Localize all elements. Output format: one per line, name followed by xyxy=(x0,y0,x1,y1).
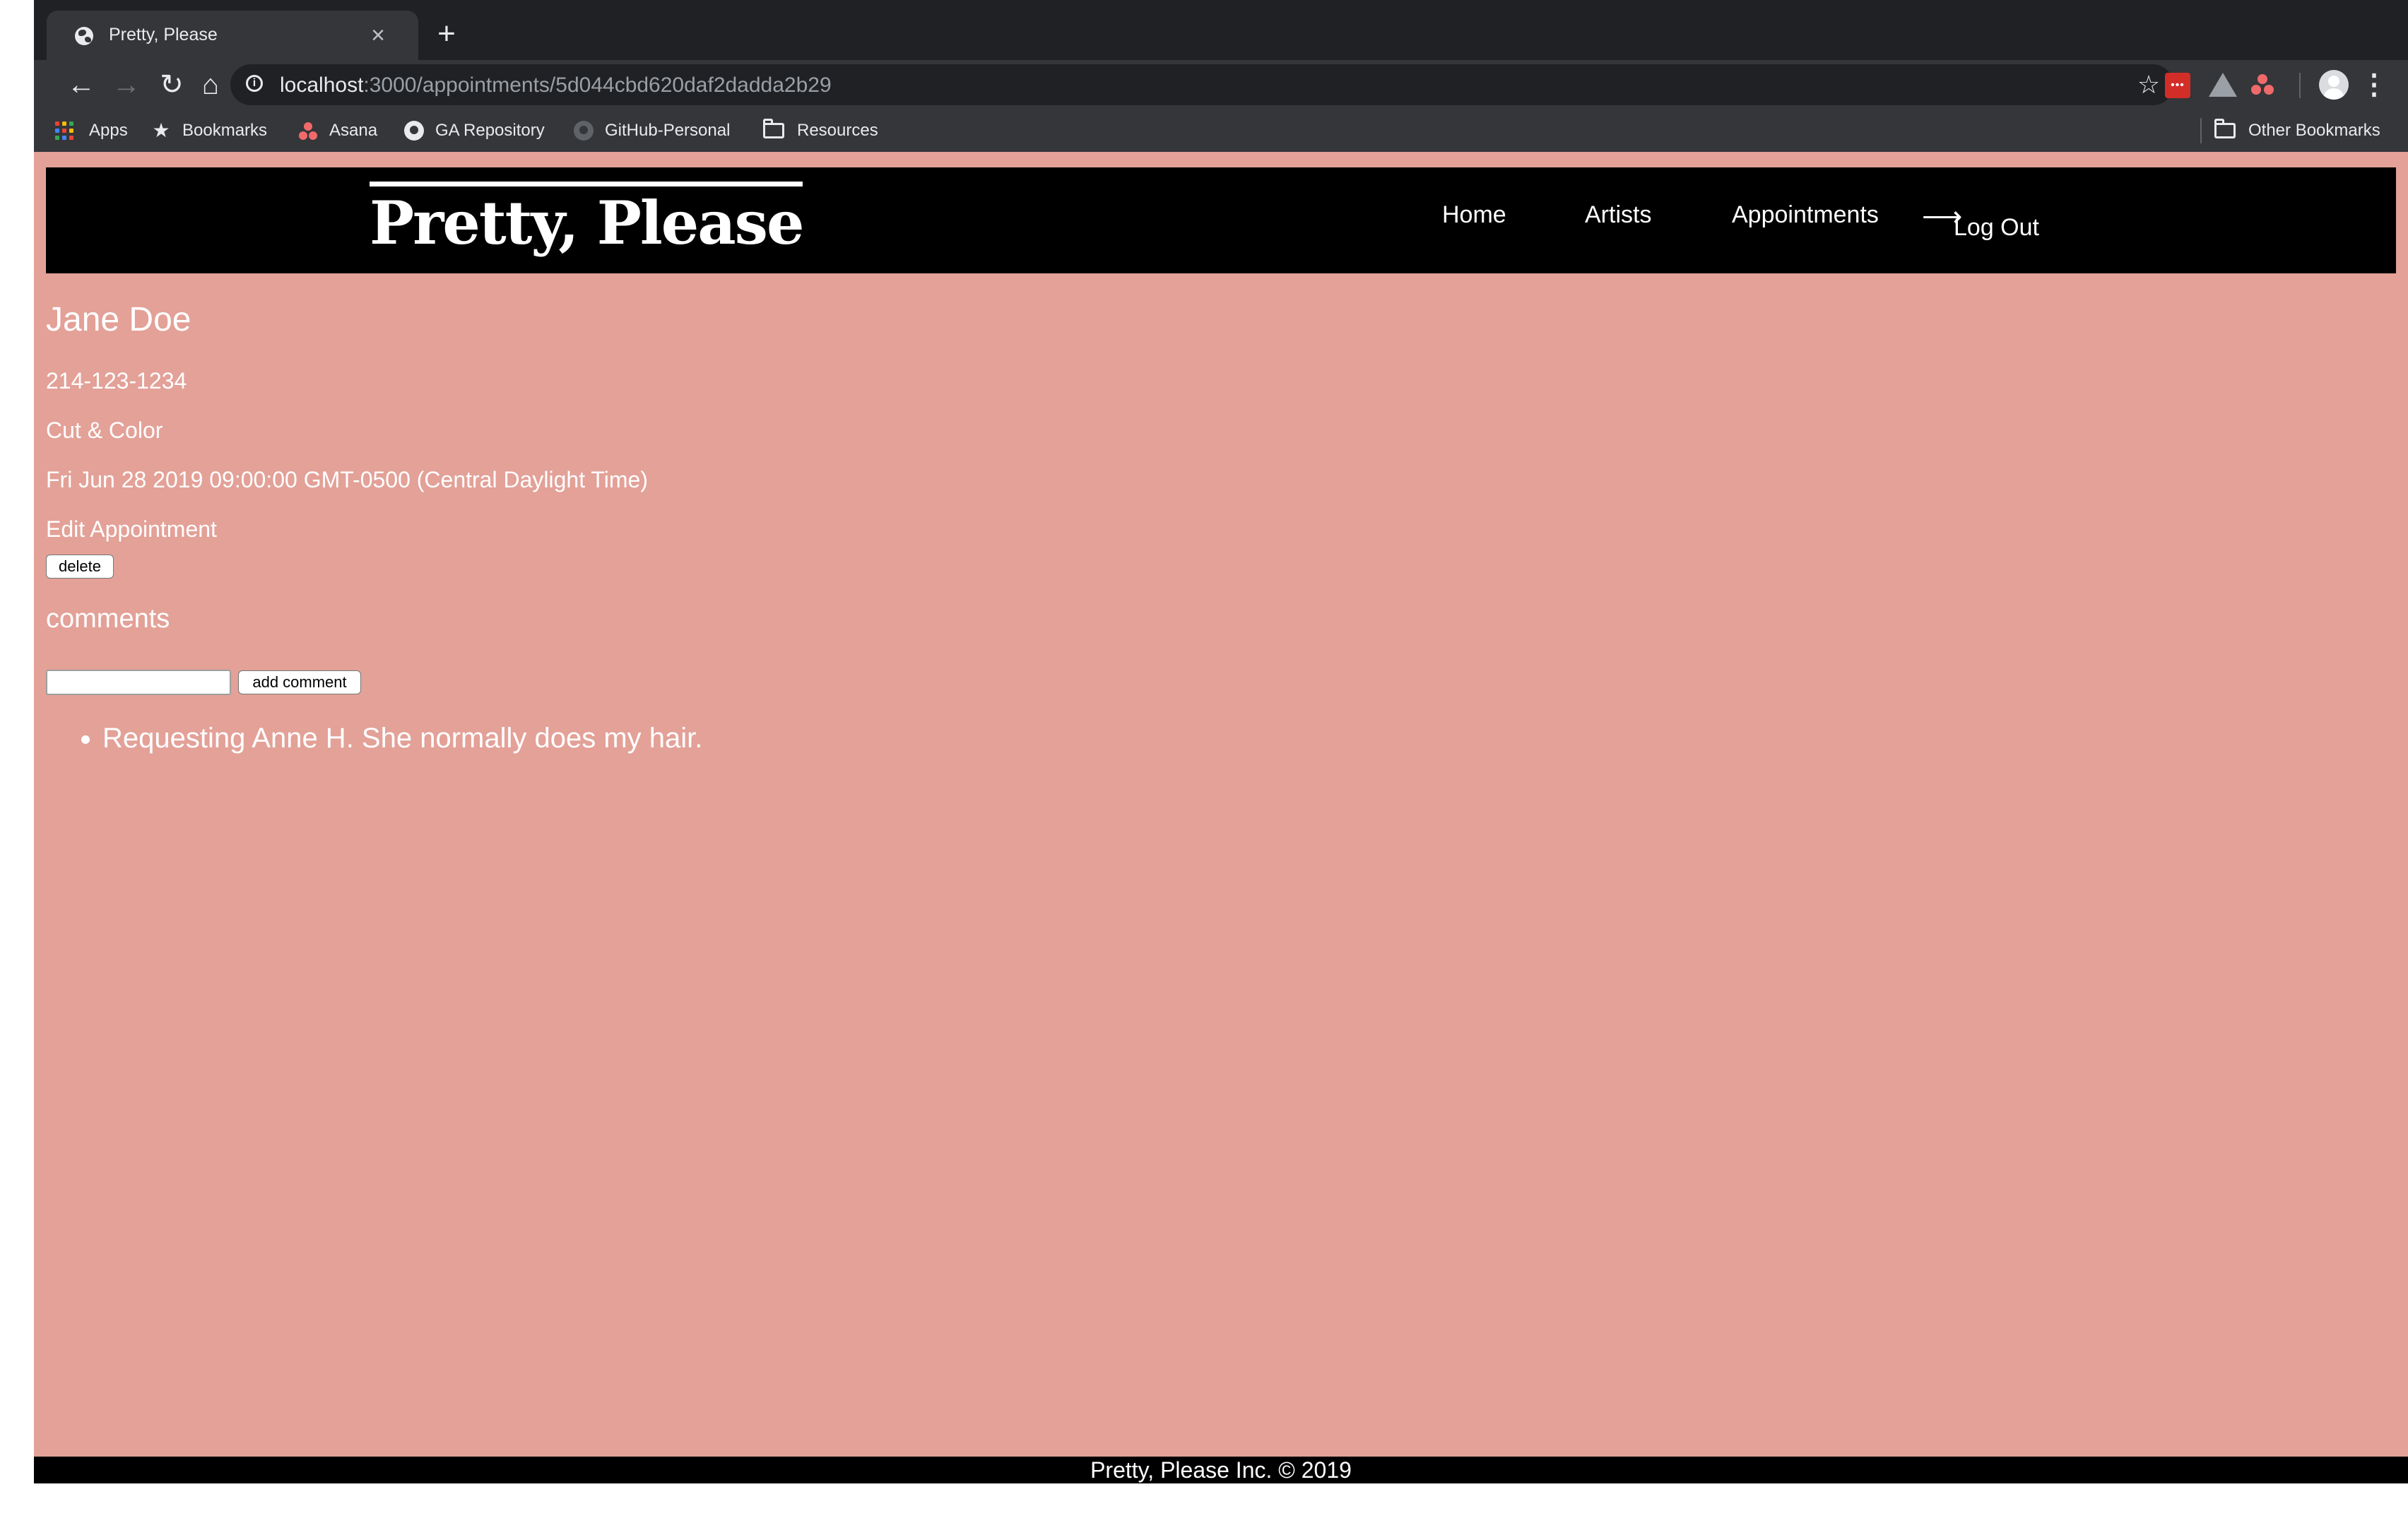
delete-button[interactable]: delete xyxy=(46,555,114,579)
site-footer: Pretty, Please Inc. © 2019 xyxy=(34,1457,2408,1483)
url-path: :3000/appointments/5d044cbd620daf2dadda2… xyxy=(363,73,832,97)
reload-icon[interactable]: ↻ xyxy=(153,66,191,104)
bookmarks-bar: Apps ★ Bookmarks Asana GA Repository Git… xyxy=(34,109,2408,152)
address-bar[interactable]: i localhost:3000/appointments/5d044cbd62… xyxy=(230,64,2173,105)
bookmark-star-icon[interactable]: ☆ xyxy=(2131,67,2166,102)
profile-avatar-icon[interactable] xyxy=(2319,70,2349,100)
bookmark-bookmarks[interactable]: ★ Bookmarks xyxy=(151,118,267,143)
asana-extension-icon[interactable] xyxy=(2250,73,2275,98)
folder-icon xyxy=(763,119,784,138)
home-icon[interactable]: ⌂ xyxy=(196,66,225,104)
screen: Pretty, Please × + ← → ↻ ⌂ i localhost:3… xyxy=(0,0,2408,1523)
apps-grid-icon xyxy=(55,122,73,140)
appointment-date: Fri Jun 28 2019 09:00:00 GMT-0500 (Centr… xyxy=(46,467,648,492)
site-header: Pretty, Please Home Artists Appointments… xyxy=(46,167,2396,273)
client-phone: 214-123-1234 xyxy=(46,368,187,393)
desktop-edge xyxy=(0,0,34,1483)
bookmark-asana[interactable]: Asana xyxy=(298,118,377,143)
asana-icon xyxy=(298,121,318,141)
forward-arrow-icon[interactable]: → xyxy=(107,66,146,104)
tab-title: Pretty, Please xyxy=(109,25,218,45)
bookmark-label: Other Bookmarks xyxy=(2248,121,2380,140)
comment-item: Requesting Anne H. She normally does my … xyxy=(102,721,702,756)
bookmark-ga-repository[interactable]: GA Repository xyxy=(404,118,545,143)
drive-extension-icon[interactable] xyxy=(2209,73,2237,97)
browser-tab[interactable]: Pretty, Please × xyxy=(47,11,418,60)
add-comment-button[interactable]: add comment xyxy=(238,670,361,694)
browser-tabstrip: Pretty, Please × + xyxy=(34,0,2408,60)
bookmark-github-personal[interactable]: GitHub-Personal xyxy=(574,118,730,143)
appointment-service: Cut & Color xyxy=(46,417,163,443)
bookmark-label: Apps xyxy=(89,121,128,140)
back-arrow-icon[interactable]: ← xyxy=(62,66,100,104)
edit-appointment-link[interactable]: Edit Appointment xyxy=(46,516,217,543)
url-text: localhost:3000/appointments/5d044cbd620d… xyxy=(280,73,832,97)
page-viewport: Pretty, Please Home Artists Appointments… xyxy=(34,152,2408,1457)
site-info-icon[interactable]: i xyxy=(246,75,263,92)
client-name: Jane Doe xyxy=(46,301,191,338)
bookmark-apps[interactable]: Apps xyxy=(55,118,128,143)
bookmark-resources[interactable]: Resources xyxy=(763,118,878,143)
comment-list: Requesting Anne H. She normally does my … xyxy=(46,721,702,756)
nav-home-link[interactable]: Home xyxy=(1442,201,1506,229)
site-nav: Home Artists Appointments ⟶ Log Out xyxy=(46,167,2396,273)
browser-toolbar: ← → ↻ ⌂ i localhost:3000/appointments/5d… xyxy=(34,60,2408,109)
close-tab-icon[interactable]: × xyxy=(360,18,396,53)
toolbar-divider xyxy=(2299,73,2301,98)
bookmark-label: Bookmarks xyxy=(182,121,268,140)
nav-artists-link[interactable]: Artists xyxy=(1585,201,1651,229)
github-icon xyxy=(574,121,594,141)
github-icon xyxy=(404,121,424,141)
bookmark-label: GA Repository xyxy=(435,121,545,140)
comment-input[interactable] xyxy=(46,670,231,695)
nav-logout-link[interactable]: Log Out xyxy=(1954,214,2039,242)
globe-icon xyxy=(75,27,93,45)
new-tab-icon[interactable]: + xyxy=(430,18,464,52)
bookmarks-divider xyxy=(2200,118,2202,143)
nav-appointments-link[interactable]: Appointments xyxy=(1732,201,1879,229)
bookmark-label: GitHub-Personal xyxy=(605,121,731,140)
comments-heading: comments xyxy=(46,604,170,634)
folder-icon xyxy=(2214,119,2236,138)
url-host: localhost xyxy=(280,73,364,97)
bookmark-label: Resources xyxy=(797,121,878,140)
bookmark-label: Asana xyxy=(329,121,378,140)
bookmark-other-bookmarks[interactable]: Other Bookmarks xyxy=(2214,118,2380,143)
lastpass-extension-icon[interactable]: ••• xyxy=(2165,73,2190,98)
star-icon: ★ xyxy=(152,119,170,141)
kebab-menu-icon[interactable]: ⋮ xyxy=(2360,66,2388,104)
